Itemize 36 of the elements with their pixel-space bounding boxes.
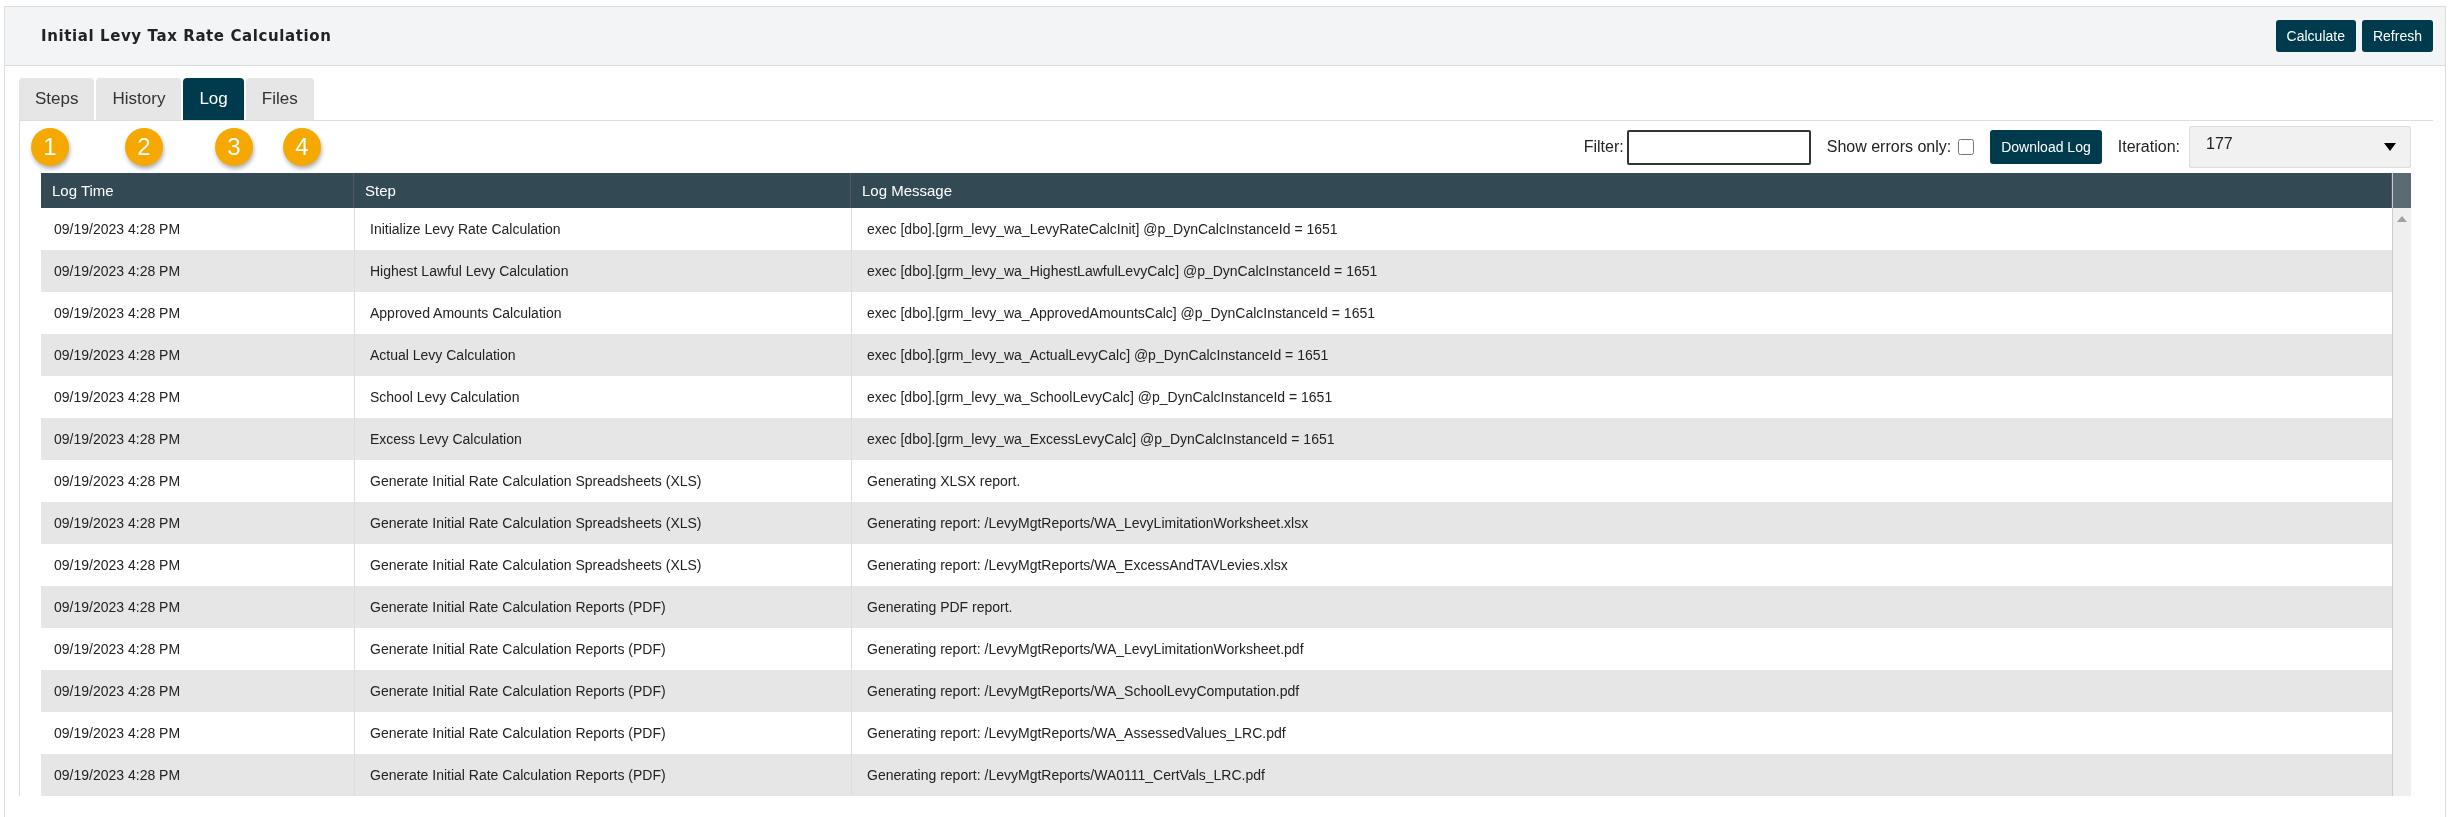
table-cell-text: 09/19/2023 4:28 PM <box>53 388 182 407</box>
tab[interactable]: History <box>96 78 182 120</box>
table-cell-text: 09/19/2023 4:28 PM <box>53 220 182 239</box>
table-cell-text: 09/19/2023 4:28 PM <box>53 556 182 575</box>
filter-label: Filter: <box>1583 138 1624 156</box>
scrollbar-corner <box>2393 173 2411 208</box>
download-log-button[interactable]: Download Log <box>1990 130 2102 164</box>
table-cell-text: 09/19/2023 4:28 PM <box>53 682 182 701</box>
table-cell-text: 09/19/2023 4:28 PM <box>53 640 182 659</box>
table-cell: Generate Initial Rate Calculation Reports (PDF) <box>354 754 851 796</box>
page-title: Initial Levy Tax Rate Calculation <box>41 27 332 45</box>
header-button[interactable]: Refresh <box>2361 20 2433 52</box>
filter-field[interactable] <box>1626 129 1811 165</box>
table-cell-text: 09/19/2023 4:28 PM <box>53 346 182 365</box>
table-cell-text: 09/19/2023 4:28 PM <box>53 724 182 743</box>
table-cell-text: 09/19/2023 4:28 PM <box>53 304 182 323</box>
table-cell-text: 09/19/2023 4:28 PM <box>53 430 182 449</box>
number-badge: 3 <box>215 128 253 166</box>
table-cell-text: 09/19/2023 4:28 PM <box>53 514 182 533</box>
tab[interactable]: Files <box>245 78 314 120</box>
scrollbar[interactable] <box>2392 173 2411 796</box>
number-badge: 4 <box>283 128 321 166</box>
table-cell-text: 09/19/2023 4:28 PM <box>53 472 182 491</box>
errors-only-label: Show errors only: <box>1826 138 1952 156</box>
table-cell-text: 09/19/2023 4:28 PM <box>53 262 182 281</box>
iteration-dropdown[interactable]: 177 <box>2189 126 2411 168</box>
number-badge: 2 <box>125 128 163 166</box>
table-cell-text: 09/19/2023 4:28 PM <box>53 766 182 785</box>
number-badge: 1 <box>31 128 69 166</box>
iteration-label: Iteration: <box>2117 138 2180 156</box>
tab[interactable]: Steps <box>19 78 95 120</box>
tab[interactable]: Log <box>183 78 244 120</box>
table-cell-text: 09/19/2023 4:28 PM <box>53 598 182 617</box>
caret-icon <box>2384 143 2396 151</box>
errors-only-checkbox[interactable] <box>1958 139 1975 155</box>
header-button[interactable]: Calculate <box>2275 20 2356 52</box>
